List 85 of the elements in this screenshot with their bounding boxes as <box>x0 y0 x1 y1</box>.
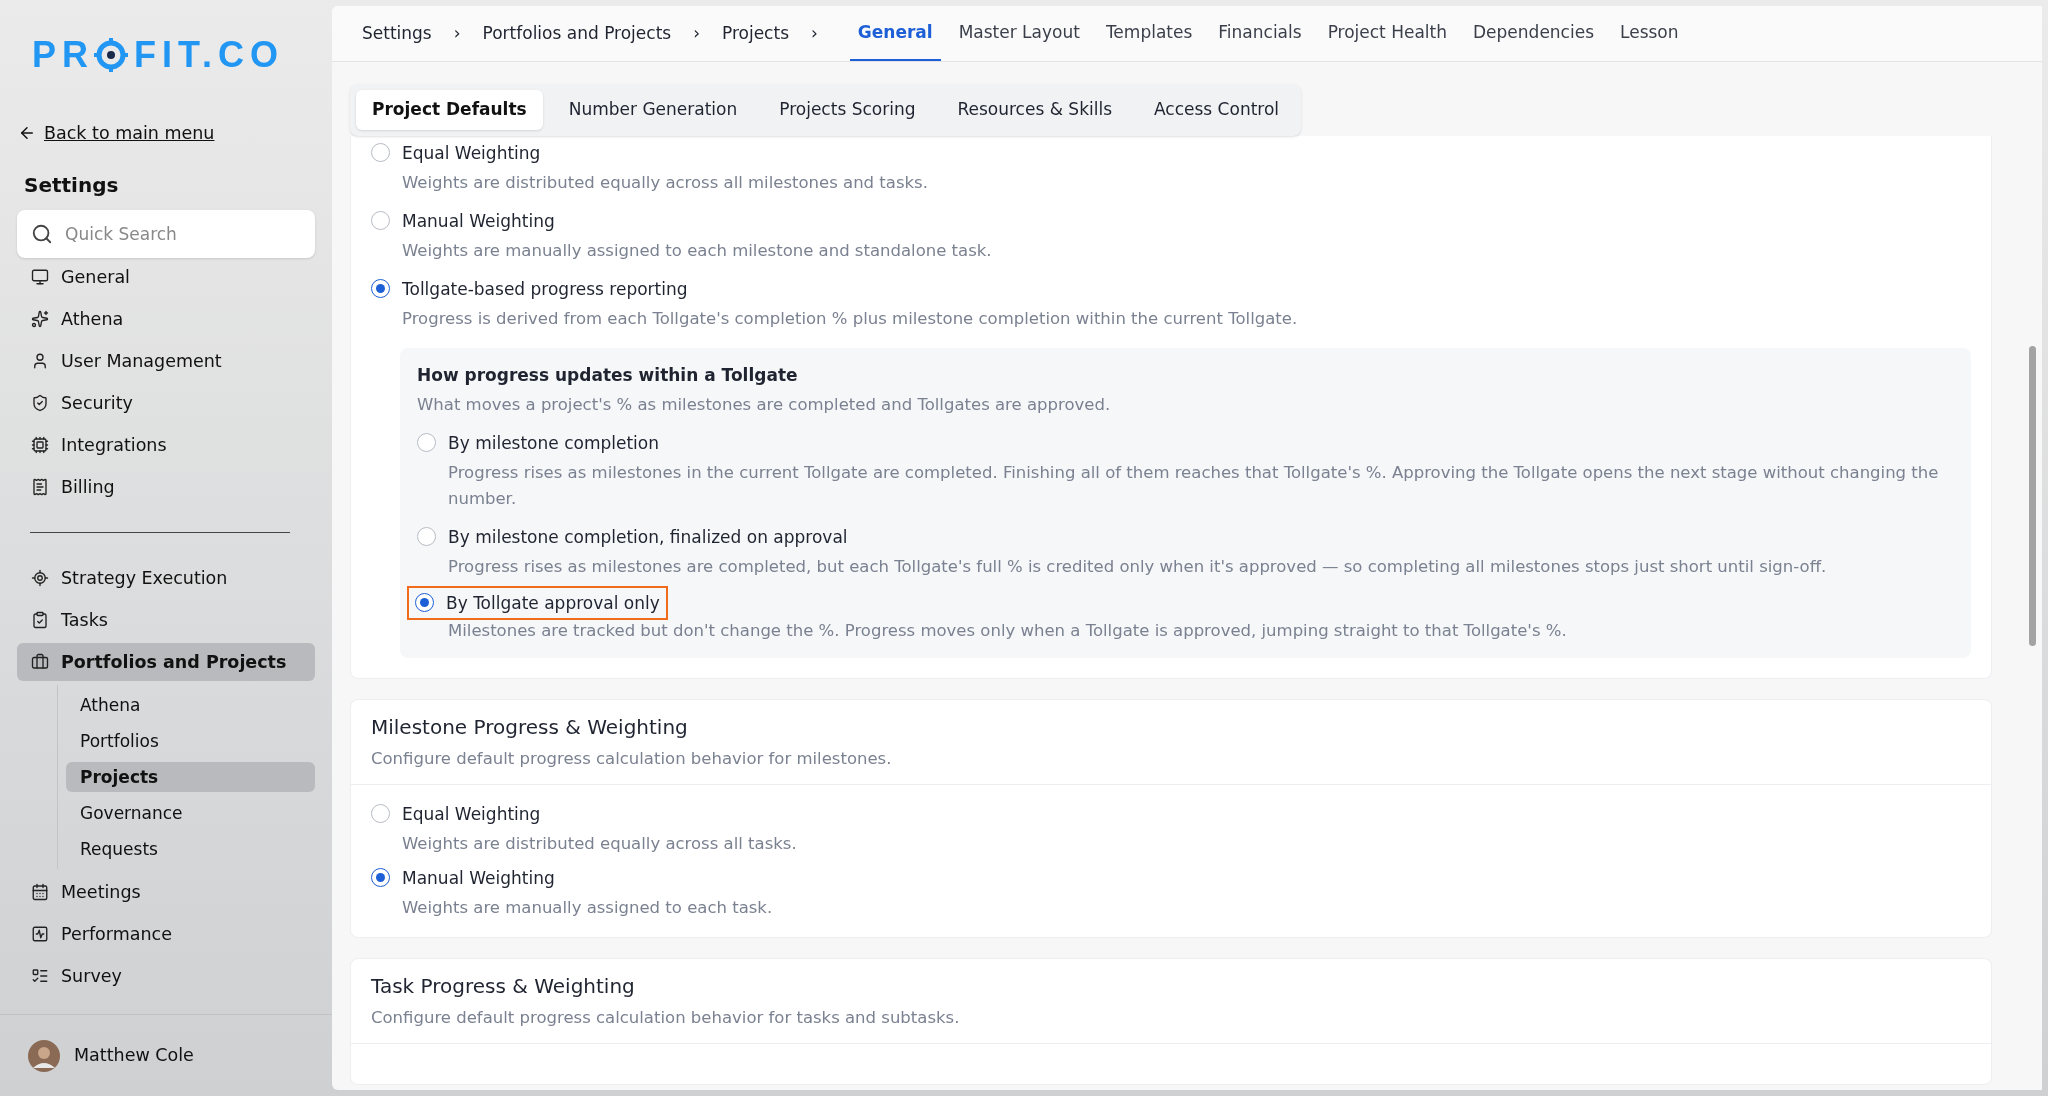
chart-icon <box>31 925 49 944</box>
tab[interactable]: General <box>849 6 941 61</box>
sidebar-title: Settings <box>23 172 120 200</box>
subtab[interactable]: Access Control <box>1138 90 1296 130</box>
tab[interactable]: Dependencies <box>1465 6 1602 61</box>
sidebar-item[interactable]: User Management <box>17 342 315 381</box>
sidebar-item[interactable]: Athena <box>17 300 315 339</box>
option-description: Weights are distributed equally across all tasks. <box>402 833 798 855</box>
sparkles-icon <box>31 310 49 329</box>
radio-button[interactable] <box>371 804 390 823</box>
logo-crosshair-icon <box>94 38 128 72</box>
logo-text: PR <box>32 33 94 77</box>
option-label: By Tollgate approval only <box>446 592 660 615</box>
breadcrumb-link[interactable]: Projects <box>721 20 789 47</box>
sidebar-item[interactable]: Integrations <box>17 426 315 465</box>
sidebar-item[interactable]: Strategy Execution <box>17 559 315 598</box>
section-title: Task Progress & Weighting <box>371 973 636 1000</box>
briefcase-icon <box>31 653 49 672</box>
subtab[interactable]: Number Generation <box>552 90 754 130</box>
radio-button[interactable] <box>371 143 390 162</box>
breadcrumb-separator: › <box>693 21 700 45</box>
option-description: Progress is derived from each Tollgate's completion % plus milestone completion within the current Tollgate. <box>402 308 1299 330</box>
option-label: Manual Weighting <box>402 210 555 233</box>
tab[interactable]: Financials <box>1210 6 1310 61</box>
user-icon <box>31 352 49 371</box>
sidebar-subitem[interactable]: Requests <box>66 834 315 865</box>
option-label: Equal Weighting <box>402 142 541 165</box>
back-link[interactable]: Back to main menu <box>44 120 215 147</box>
tab[interactable]: Templates <box>1097 6 1201 61</box>
option-label: Manual Weighting <box>402 867 555 890</box>
chip-icon <box>31 436 49 455</box>
panel-title: How progress updates within a Tollgate <box>417 364 799 387</box>
crosshair-icon <box>31 569 49 588</box>
option-description: Weights are manually assigned to each task. <box>402 897 774 919</box>
calendar-icon <box>31 883 49 902</box>
logo-text: FIT.CO <box>134 33 284 77</box>
sidebar-item[interactable]: Performance <box>17 915 315 954</box>
sidebar-subitem[interactable]: Athena <box>66 690 315 721</box>
sidebar-item[interactable]: Portfolios and Projects <box>17 643 315 682</box>
sidebar-item[interactable]: Security <box>17 384 315 423</box>
option-label: By milestone completion, finalized on approval <box>448 526 848 549</box>
subtab[interactable]: Project Defaults <box>356 90 543 130</box>
option-description: Weights are distributed equally across all milestones and tasks. <box>402 172 929 194</box>
radio-button[interactable] <box>371 279 390 298</box>
receipt-icon <box>31 478 49 497</box>
clipboard-icon <box>31 611 49 630</box>
option-label: Equal Weighting <box>402 803 541 826</box>
sidebar-subitem[interactable]: Portfolios <box>66 726 315 757</box>
option-description: Progress rises as milestones are completed, but each Tollgate's full % is credited only when it's approved — so completing all milestones stops just short until sign-off. <box>448 556 1828 578</box>
option-description: Weights are manually assigned to each milestone and standalone task. <box>402 240 993 262</box>
radio-button[interactable] <box>417 433 436 452</box>
panel-description: What moves a project's % as milestones are completed and Tollgates are approved. <box>417 394 1112 416</box>
breadcrumb-separator: › <box>811 21 818 45</box>
radio-button[interactable] <box>371 211 390 230</box>
tab[interactable]: Lesson <box>1612 6 1687 61</box>
sidebar-item[interactable]: Tasks <box>17 601 315 640</box>
radio-button[interactable] <box>417 527 436 546</box>
search-icon <box>31 223 53 246</box>
subtab[interactable]: Resources & Skills <box>941 90 1128 130</box>
sidebar-subitem[interactable]: Governance <box>66 798 315 829</box>
user-name: Matthew Cole <box>74 1044 194 1068</box>
radio-button[interactable] <box>371 868 390 887</box>
breadcrumb-link[interactable]: Settings <box>362 20 432 47</box>
option-description: Progress rises as milestones in the current Tollgate are completed. Finishing all of them reaches that Tollgate's %. Approving the Tollgate opens the next stage without changing the number. <box>448 462 1940 510</box>
shield-icon <box>31 394 49 413</box>
option-label: By milestone completion <box>448 432 659 455</box>
sidebar-item[interactable]: General <box>17 258 315 297</box>
section-description: Configure default progress calculation behavior for milestones. <box>371 748 893 770</box>
breadcrumb-link[interactable]: Portfolios and Projects <box>482 20 672 47</box>
radio-button[interactable] <box>415 593 434 612</box>
sidebar-subitem[interactable]: Projects <box>66 762 315 793</box>
sidebar-item[interactable]: Meetings <box>17 873 315 912</box>
tab[interactable]: Master Layout <box>950 6 1088 61</box>
sidebar-item[interactable]: Billing <box>17 468 315 507</box>
tab[interactable]: Project Health <box>1319 6 1455 61</box>
monitor-icon <box>31 268 49 287</box>
sidebar-item[interactable]: Survey <box>17 957 315 996</box>
subtab[interactable]: Projects Scoring <box>763 90 932 130</box>
section-description: Configure default progress calculation behavior for tasks and subtasks. <box>371 1007 961 1029</box>
section-title: Milestone Progress & Weighting <box>371 714 689 741</box>
avatar <box>28 1039 60 1072</box>
breadcrumb-separator: › <box>453 21 461 45</box>
search-field[interactable]: Quick Search <box>17 210 315 259</box>
option-description: Milestones are tracked but don't change the %. Progress moves only when a Tollgate is approved, jumping straight to that Tollgate's %. <box>448 620 1568 642</box>
option-label: Tollgate-based progress reporting <box>402 278 688 301</box>
